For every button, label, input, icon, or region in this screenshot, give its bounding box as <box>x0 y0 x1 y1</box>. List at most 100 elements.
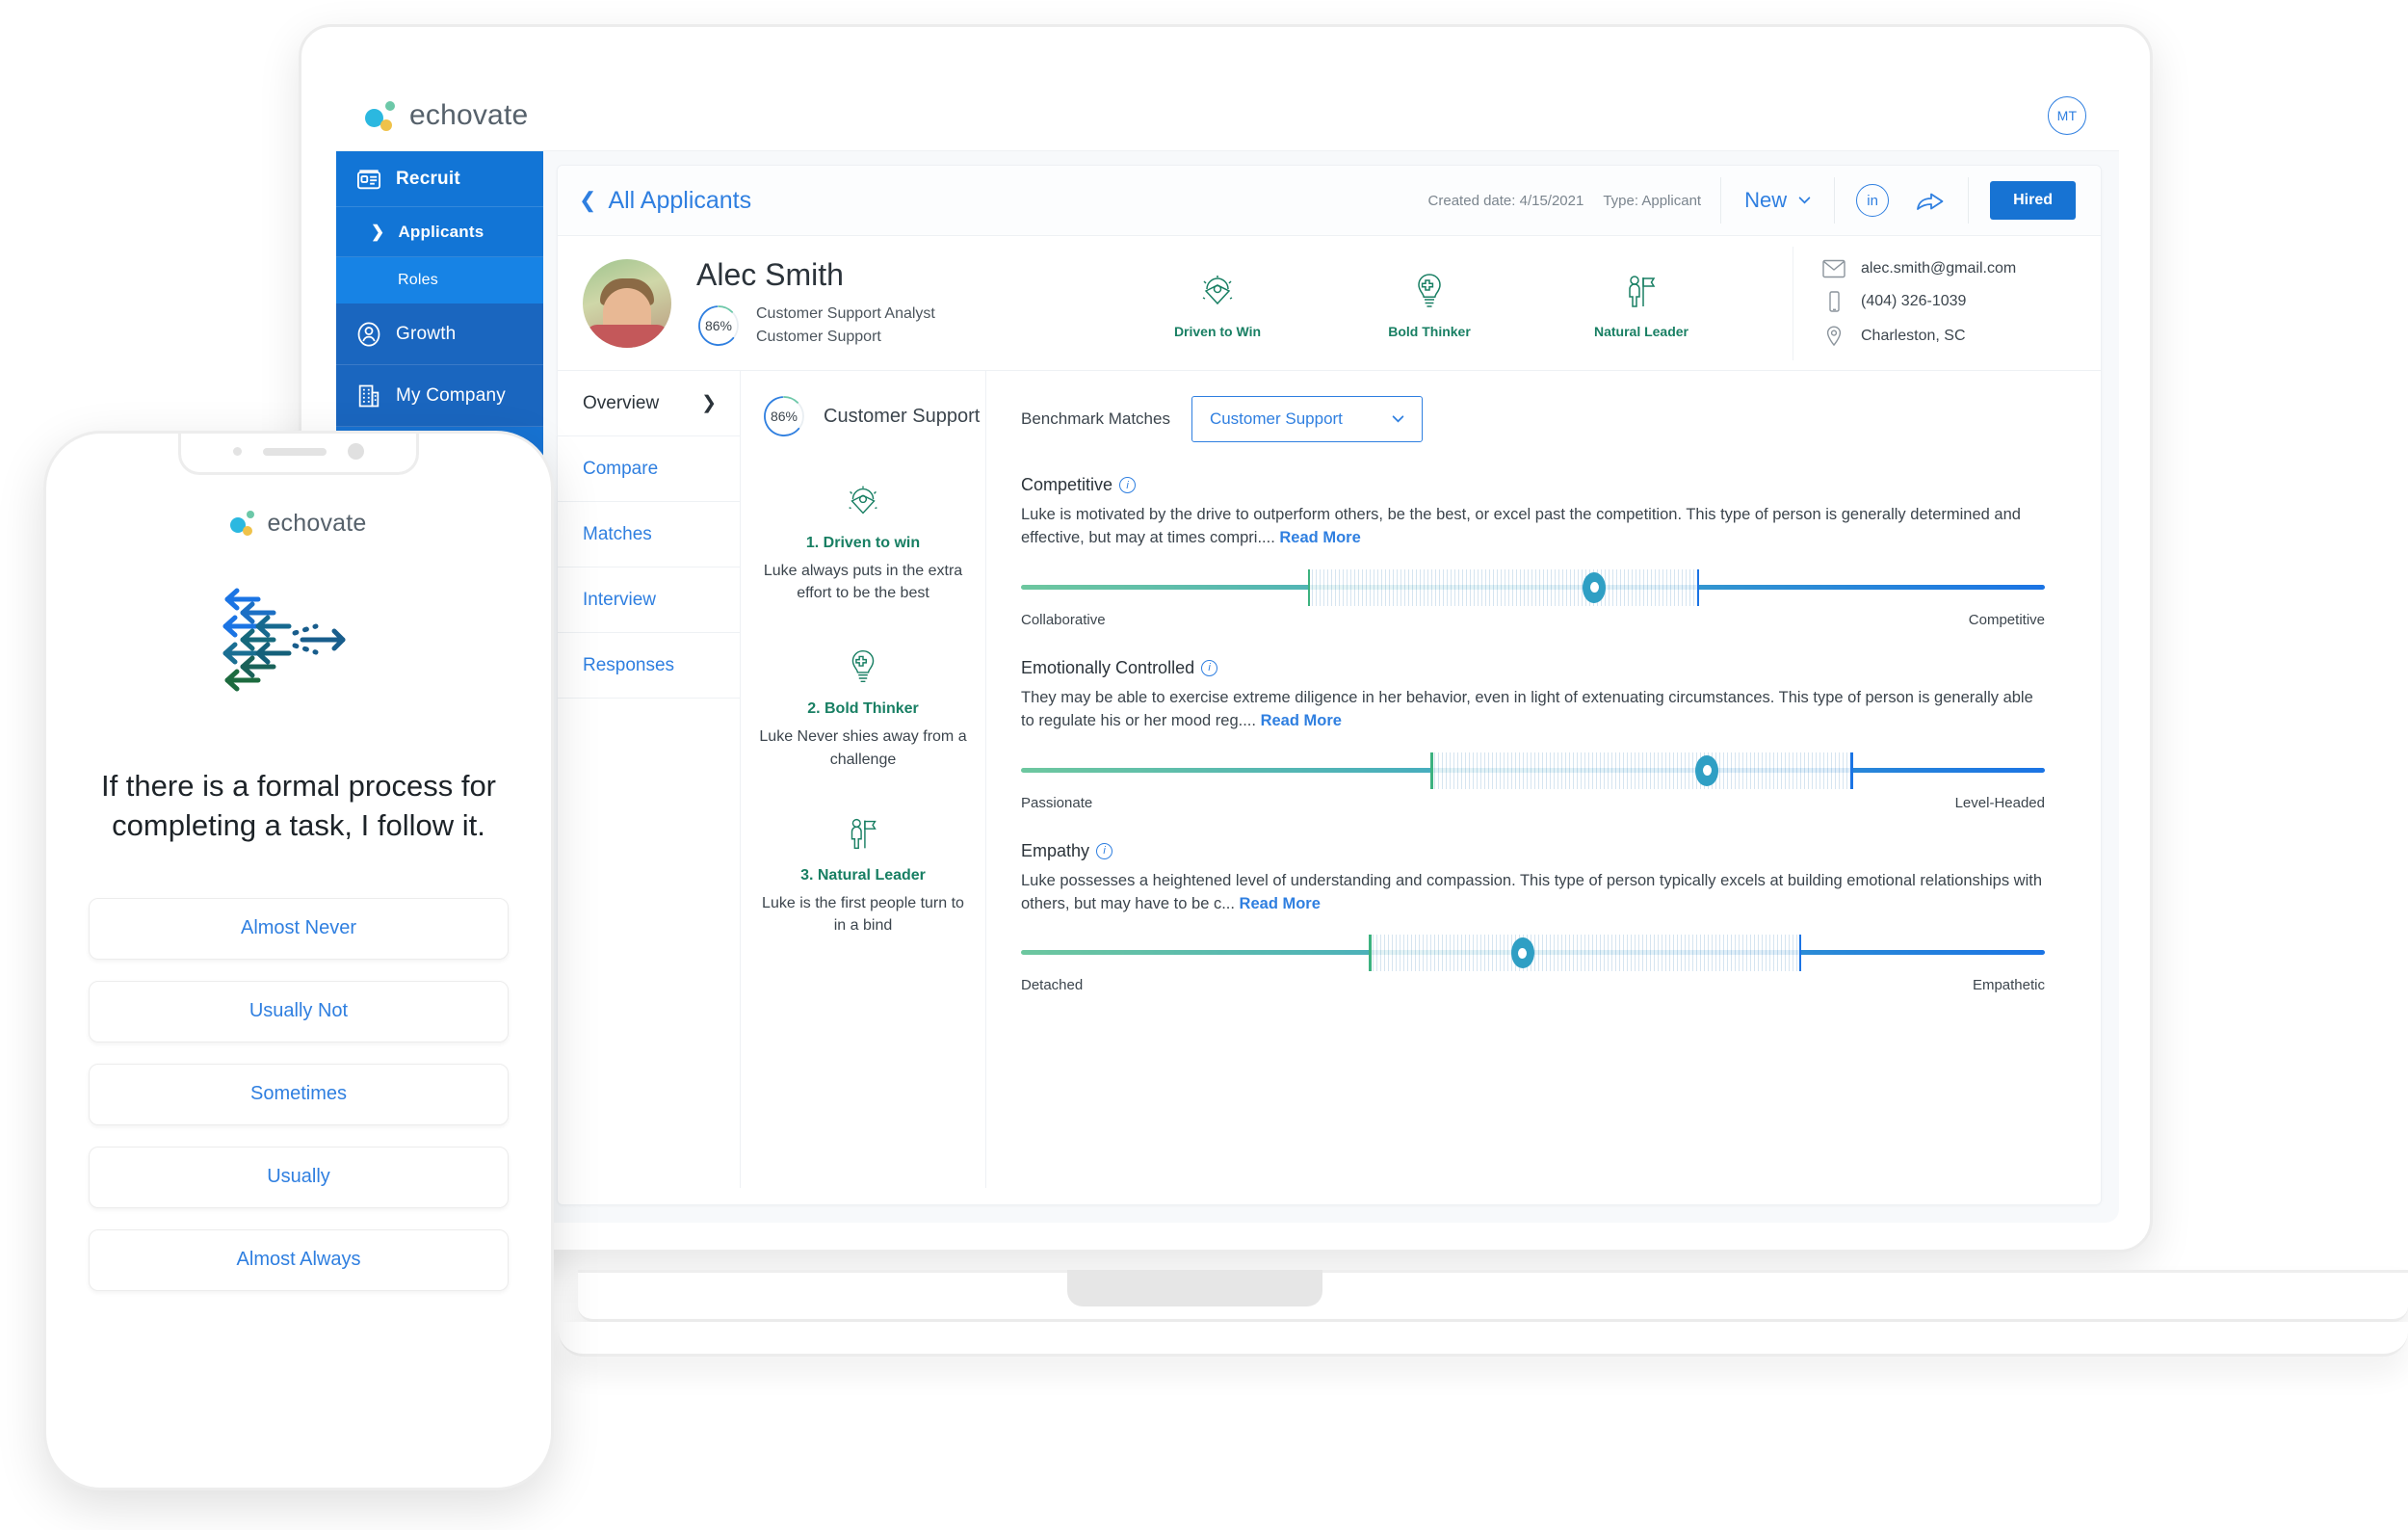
role-group: Customer Support <box>756 329 881 345</box>
phone-icon <box>1829 290 1840 312</box>
read-more-link[interactable]: Read More <box>1240 895 1321 912</box>
bold-thinker-icon <box>1418 273 1441 307</box>
read-more-link[interactable]: Read More <box>1261 712 1342 729</box>
logo-dots-icon <box>365 98 404 133</box>
badge-driven-to-win: Driven to Win <box>1155 268 1280 339</box>
sidebar-label-recruit: Recruit <box>396 168 460 189</box>
user-avatar-badge[interactable]: MT <box>2048 96 2086 135</box>
chevron-left-icon: ❮ <box>579 188 597 212</box>
back-to-all-applicants[interactable]: ❮ All Applicants <box>579 187 751 215</box>
linkedin-icon[interactable]: in <box>1856 184 1890 217</box>
applicant-card: ❮ All Applicants Created date: 4/15/2021… <box>557 165 2102 1205</box>
sidebar-item-my-company[interactable]: My Company <box>336 365 543 427</box>
slider-left-label: Collaborative <box>1021 611 1106 628</box>
info-icon[interactable]: i <box>1096 842 1113 859</box>
hired-button[interactable]: Hired <box>1990 181 2076 220</box>
tab-compare[interactable]: Compare <box>558 436 740 502</box>
match-role-label: Customer Support <box>824 405 981 427</box>
contact-phone-row: (404) 326-1039 <box>1822 290 2101 312</box>
trait-emotionally-controlled: Emotionally Controlled i They may be abl… <box>1021 658 2045 811</box>
sidebar-item-recruit[interactable]: Recruit <box>336 151 543 207</box>
screenshot-stage: echovate MT Recruit ❯ Applicants Roles G… <box>0 0 2408 1530</box>
match-ring: 86% <box>696 303 741 348</box>
sidebar-item-applicants[interactable]: ❯ Applicants <box>336 207 543 257</box>
natural-leader-icon <box>1629 275 1656 307</box>
tab-overview[interactable]: Overview ❯ <box>558 371 740 436</box>
slider-endpoints: Passionate Level-Headed <box>1021 795 2045 811</box>
slider-endpoints: Collaborative Competitive <box>1021 612 2045 628</box>
trait-description: They may be able to exercise extreme dil… <box>1021 686 2045 733</box>
tab-label: Overview <box>583 392 660 413</box>
slider-right-label: Level-Headed <box>1954 794 2045 811</box>
contact-info: alec.smith@gmail.com (404) 326-1039 Char… <box>1793 246 2101 360</box>
trait-description-text: Luke is motivated by the drive to outper… <box>1021 506 2021 547</box>
sidebar-item-growth[interactable]: Growth <box>336 303 543 365</box>
tab-interview[interactable]: Interview <box>558 567 740 633</box>
sidebar-item-roles[interactable]: Roles <box>336 257 543 303</box>
laptop-base <box>578 1270 2408 1322</box>
trait-summary-column: 86% Customer Support 1. Driven to win Lu… <box>741 371 986 1188</box>
contact-location-row: Charleston, SC <box>1822 325 2101 348</box>
info-icon[interactable]: i <box>1201 659 1218 676</box>
location-pin-icon <box>1826 325 1842 346</box>
share-icons: in <box>1835 184 1968 217</box>
answer-almost-never[interactable]: Almost Never <box>89 897 509 960</box>
tab-label: Interview <box>583 589 657 610</box>
trait-title-row: Emotionally Controlled i <box>1021 658 2045 678</box>
role-title: Customer Support Analyst <box>756 305 935 322</box>
tab-matches[interactable]: Matches <box>558 502 740 567</box>
contact-phone[interactable]: (404) 326-1039 <box>1861 293 1966 310</box>
trait-description: Luke is motivated by the drive to outper… <box>1021 503 2045 550</box>
applicant-type: Type: Applicant <box>1603 192 1702 209</box>
trait-description-text: Luke possesses a heightened level of und… <box>1021 871 2042 913</box>
answer-sometimes[interactable]: Sometimes <box>89 1063 509 1125</box>
band-start-line <box>1369 935 1372 972</box>
trait-slider[interactable]: Collaborative Competitive <box>1021 568 2045 628</box>
answer-almost-always[interactable]: Almost Always <box>89 1228 509 1291</box>
slider-endpoints: Detached Empathetic <box>1021 977 2045 993</box>
tab-label: Matches <box>583 523 652 544</box>
phone-mockup: echovate If there is a formal process fo… <box>43 431 554 1490</box>
laptop-base-lower <box>559 1322 2408 1357</box>
laptop-screen: echovate MT Recruit ❯ Applicants Roles G… <box>336 81 2119 1223</box>
app-topbar: echovate MT <box>336 81 2119 151</box>
trait-card-title: 2. Bold Thinker <box>807 700 919 718</box>
badge-label: Bold Thinker <box>1388 323 1471 339</box>
trait-slider[interactable]: Passionate Level-Headed <box>1021 752 2045 811</box>
trait-card-title: 3. Natural Leader <box>800 866 926 884</box>
badge-natural-leader: Natural Leader <box>1579 268 1704 339</box>
slider-knob[interactable] <box>1695 754 1719 786</box>
trait-badges: Driven to Win Bold Thinker Natural Leade… <box>1097 268 1793 339</box>
echovate-logo[interactable]: echovate <box>365 98 528 133</box>
toolbar-right: Created date: 4/15/2021 Type: Applicant … <box>1409 177 2076 224</box>
share-arrow-icon[interactable] <box>1914 186 1947 215</box>
back-label: All Applicants <box>608 186 752 214</box>
trait-card-desc: Luke Never shies away from a challenge <box>759 728 967 768</box>
natural-leader-icon <box>851 818 877 849</box>
tab-label: Responses <box>583 654 675 675</box>
answer-usually-not[interactable]: Usually Not <box>89 980 509 1042</box>
benchmark-select[interactable]: Customer Support <box>1191 396 1423 442</box>
answer-usually[interactable]: Usually <box>89 1146 509 1208</box>
status-dropdown[interactable]: New <box>1721 188 1834 213</box>
sidebar-label-applicants: Applicants <box>398 222 484 241</box>
trait-card-natural-leader: 3. Natural Leader Luke is the first peop… <box>741 811 985 936</box>
sidebar-label-growth: Growth <box>396 323 457 344</box>
info-icon[interactable]: i <box>1119 477 1137 493</box>
slider-knob[interactable] <box>1583 571 1607 603</box>
sidebar-label-my-company: My Company <box>396 384 506 406</box>
read-more-link[interactable]: Read More <box>1279 529 1360 546</box>
trait-title-row: Empathy i <box>1021 841 2045 861</box>
badge-bold-thinker: Bold Thinker <box>1367 268 1492 339</box>
tab-responses[interactable]: Responses <box>558 633 740 699</box>
band-end-line <box>1798 935 1802 972</box>
chevron-down-icon <box>1798 197 1811 204</box>
contact-email[interactable]: alec.smith@gmail.com <box>1861 260 2016 277</box>
trait-slider[interactable]: Detached Empathetic <box>1021 935 2045 993</box>
main-content: ❮ All Applicants Created date: 4/15/2021… <box>543 151 2119 1223</box>
phone-echovate-logo: echovate <box>89 509 509 538</box>
benchmark-label: Benchmark Matches <box>1021 409 1170 428</box>
slider-right-label: Empathetic <box>1972 977 2045 994</box>
badge-label: Driven to Win <box>1173 323 1262 339</box>
benchmark-selected-value: Customer Support <box>1209 409 1343 428</box>
